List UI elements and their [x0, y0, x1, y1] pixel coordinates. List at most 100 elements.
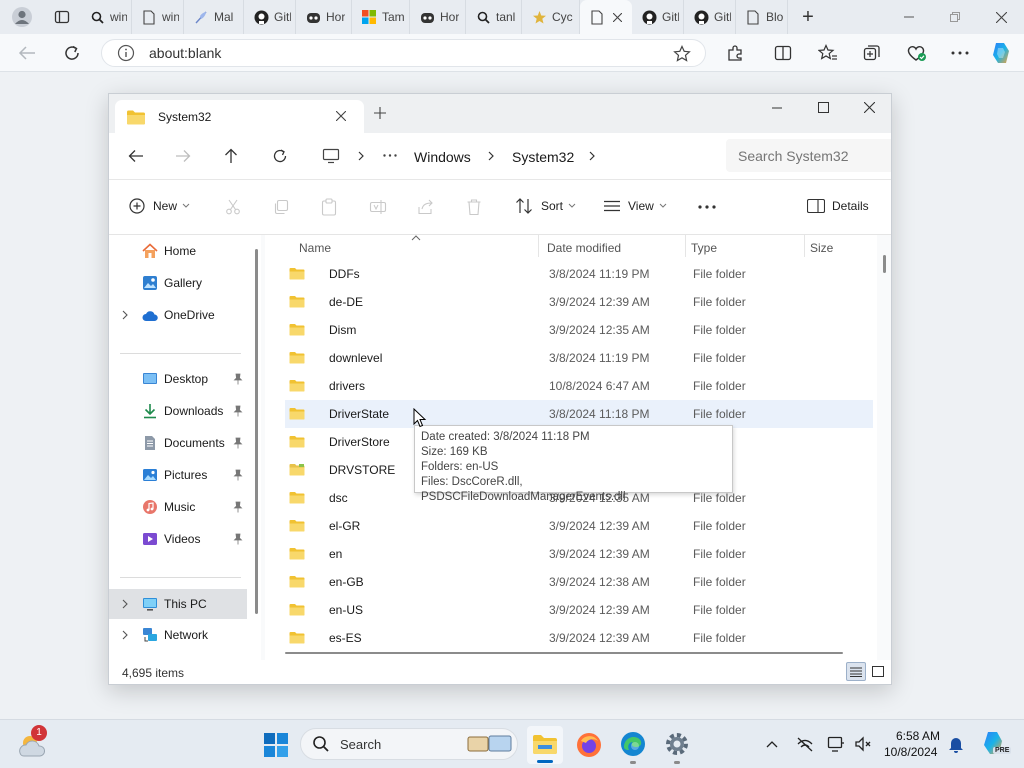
sidebar-item-desktop[interactable]: Desktop [109, 365, 249, 393]
file-row[interactable]: es-ES 3/9/2024 12:39 AM File folder [285, 624, 873, 652]
new-button[interactable]: New [129, 198, 190, 214]
browser-tab[interactable]: Blo [736, 0, 788, 34]
file-row[interactable]: DriverState 3/8/2024 11:18 PM File folder [285, 400, 873, 428]
back-icon[interactable] [18, 45, 36, 61]
favorite-star-icon[interactable] [673, 45, 691, 63]
network-status-icon[interactable] [796, 735, 814, 753]
explorer-close-button[interactable] [864, 102, 875, 113]
tiles-view-toggle[interactable] [869, 663, 886, 680]
file-row[interactable]: en 3/9/2024 12:39 AM File folder [285, 540, 873, 568]
taskbar-search-box[interactable]: Search [300, 728, 518, 760]
new-tab-button[interactable]: + [788, 0, 828, 34]
explorer-maximize-button[interactable] [818, 102, 829, 113]
more-options-icon[interactable] [951, 51, 969, 55]
refresh-icon[interactable] [272, 148, 288, 164]
browser-tab[interactable]: Gith [244, 0, 296, 34]
rename-icon[interactable] [369, 199, 387, 215]
column-header-type[interactable]: Type [691, 241, 717, 255]
up-arrow-icon[interactable] [224, 148, 238, 164]
notification-bell-icon[interactable] [948, 735, 964, 753]
view-button[interactable]: View [603, 198, 667, 214]
file-row[interactable]: Dism 3/9/2024 12:35 AM File folder [285, 316, 873, 344]
chevron-right-icon[interactable] [358, 151, 364, 161]
copilot-icon[interactable] [989, 41, 1013, 65]
browser-essentials-icon[interactable] [906, 43, 928, 63]
cut-icon[interactable] [225, 199, 241, 215]
explorer-tab[interactable]: System32 [115, 100, 364, 133]
split-screen-icon[interactable] [774, 44, 792, 62]
more-path-icon[interactable] [383, 154, 397, 157]
this-pc-icon[interactable] [322, 148, 340, 164]
paste-icon[interactable] [321, 198, 337, 216]
breadcrumb-system32[interactable]: System32 [512, 149, 574, 165]
sort-button[interactable]: Sort [515, 198, 576, 214]
taskbar-file-explorer[interactable] [527, 726, 563, 764]
horizontal-scrollbar[interactable] [285, 652, 843, 654]
sidebar-item-pictures[interactable]: Pictures [109, 461, 249, 489]
start-button[interactable] [264, 733, 288, 757]
browser-tab[interactable]: Hor [410, 0, 466, 34]
browser-tab[interactable]: Cyc [522, 0, 580, 34]
forward-arrow-icon[interactable] [175, 149, 191, 163]
column-header-date-modified[interactable]: Date modified [547, 241, 621, 255]
clock-date[interactable]: 10/8/2024 [884, 745, 937, 759]
taskbar-edge[interactable] [620, 731, 646, 764]
sidebar-item-home[interactable]: Home [109, 237, 249, 265]
explorer-minimize-button[interactable] [772, 107, 782, 109]
sidebar-item-onedrive[interactable]: OneDrive [109, 301, 249, 329]
sidebar-item-documents[interactable]: Documents [109, 429, 249, 457]
back-arrow-icon[interactable] [128, 149, 144, 163]
file-row[interactable]: en-US 3/9/2024 12:39 AM File folder [285, 596, 873, 624]
weather-widget-icon[interactable]: 1 [16, 725, 52, 761]
tab-actions-icon[interactable] [44, 0, 80, 34]
window-minimize-button[interactable] [886, 0, 932, 34]
browser-tab[interactable] [580, 0, 632, 34]
sidebar-scrollbar[interactable] [255, 249, 258, 614]
extensions-icon[interactable] [726, 44, 744, 62]
profile-avatar[interactable] [0, 0, 44, 34]
file-row[interactable]: drivers 10/8/2024 6:47 AM File folder [285, 372, 873, 400]
chevron-right-icon[interactable] [488, 151, 494, 161]
taskbar-copilot-icon[interactable]: PRE [980, 730, 1012, 758]
taskbar-settings[interactable] [664, 731, 690, 764]
sidebar-item-gallery[interactable]: Gallery [109, 269, 249, 297]
column-header-size[interactable]: Size [810, 241, 833, 255]
browser-tab[interactable]: Gith [684, 0, 736, 34]
file-row[interactable]: downlevel 3/8/2024 11:19 PM File folder [285, 344, 873, 372]
favorites-icon[interactable] [818, 44, 838, 62]
file-row[interactable]: de-DE 3/9/2024 12:39 AM File folder [285, 288, 873, 316]
browser-tab[interactable]: Tam [352, 0, 410, 34]
browser-tab[interactable]: tanl [466, 0, 522, 34]
show-hidden-icons-chevron-icon[interactable] [766, 740, 778, 748]
file-row[interactable]: DDFs 3/8/2024 11:19 PM File folder [285, 260, 873, 288]
collections-icon[interactable] [863, 44, 881, 62]
browser-tab[interactable]: win [80, 0, 132, 34]
file-row[interactable]: en-GB 3/9/2024 12:38 AM File folder [285, 568, 873, 596]
details-view-toggle[interactable] [846, 662, 866, 681]
window-restore-button[interactable] [932, 0, 978, 34]
taskbar-firefox[interactable] [576, 732, 602, 758]
chevron-right-icon[interactable] [589, 151, 595, 161]
see-more-icon[interactable] [698, 205, 716, 209]
browser-tab[interactable]: Gith [632, 0, 684, 34]
clock-time[interactable]: 6:58 AM [896, 729, 940, 743]
vertical-scrollbar[interactable] [883, 255, 886, 273]
display-icon[interactable] [827, 735, 845, 753]
info-icon[interactable] [117, 44, 135, 62]
file-row[interactable]: el-GR 3/9/2024 12:39 AM File folder [285, 512, 873, 540]
breadcrumb-windows[interactable]: Windows [414, 149, 471, 165]
browser-tab[interactable]: win [132, 0, 184, 34]
browser-tab[interactable]: Hor [296, 0, 352, 34]
close-tab-icon[interactable] [613, 12, 622, 22]
sidebar-item-music[interactable]: Music [109, 493, 249, 521]
address-bar[interactable]: about:blank [101, 39, 706, 67]
sidebar-item-this-pc[interactable]: This PC [109, 589, 247, 619]
search-input[interactable] [726, 139, 891, 172]
details-pane-button[interactable]: Details [807, 199, 869, 213]
sidebar-item-videos[interactable]: Videos [109, 525, 249, 553]
sidebar-item-downloads[interactable]: Downloads [109, 397, 249, 425]
copy-icon[interactable] [273, 199, 289, 215]
close-tab-icon[interactable] [336, 111, 346, 121]
browser-tab[interactable]: Mal [184, 0, 244, 34]
volume-muted-icon[interactable] [854, 735, 872, 753]
